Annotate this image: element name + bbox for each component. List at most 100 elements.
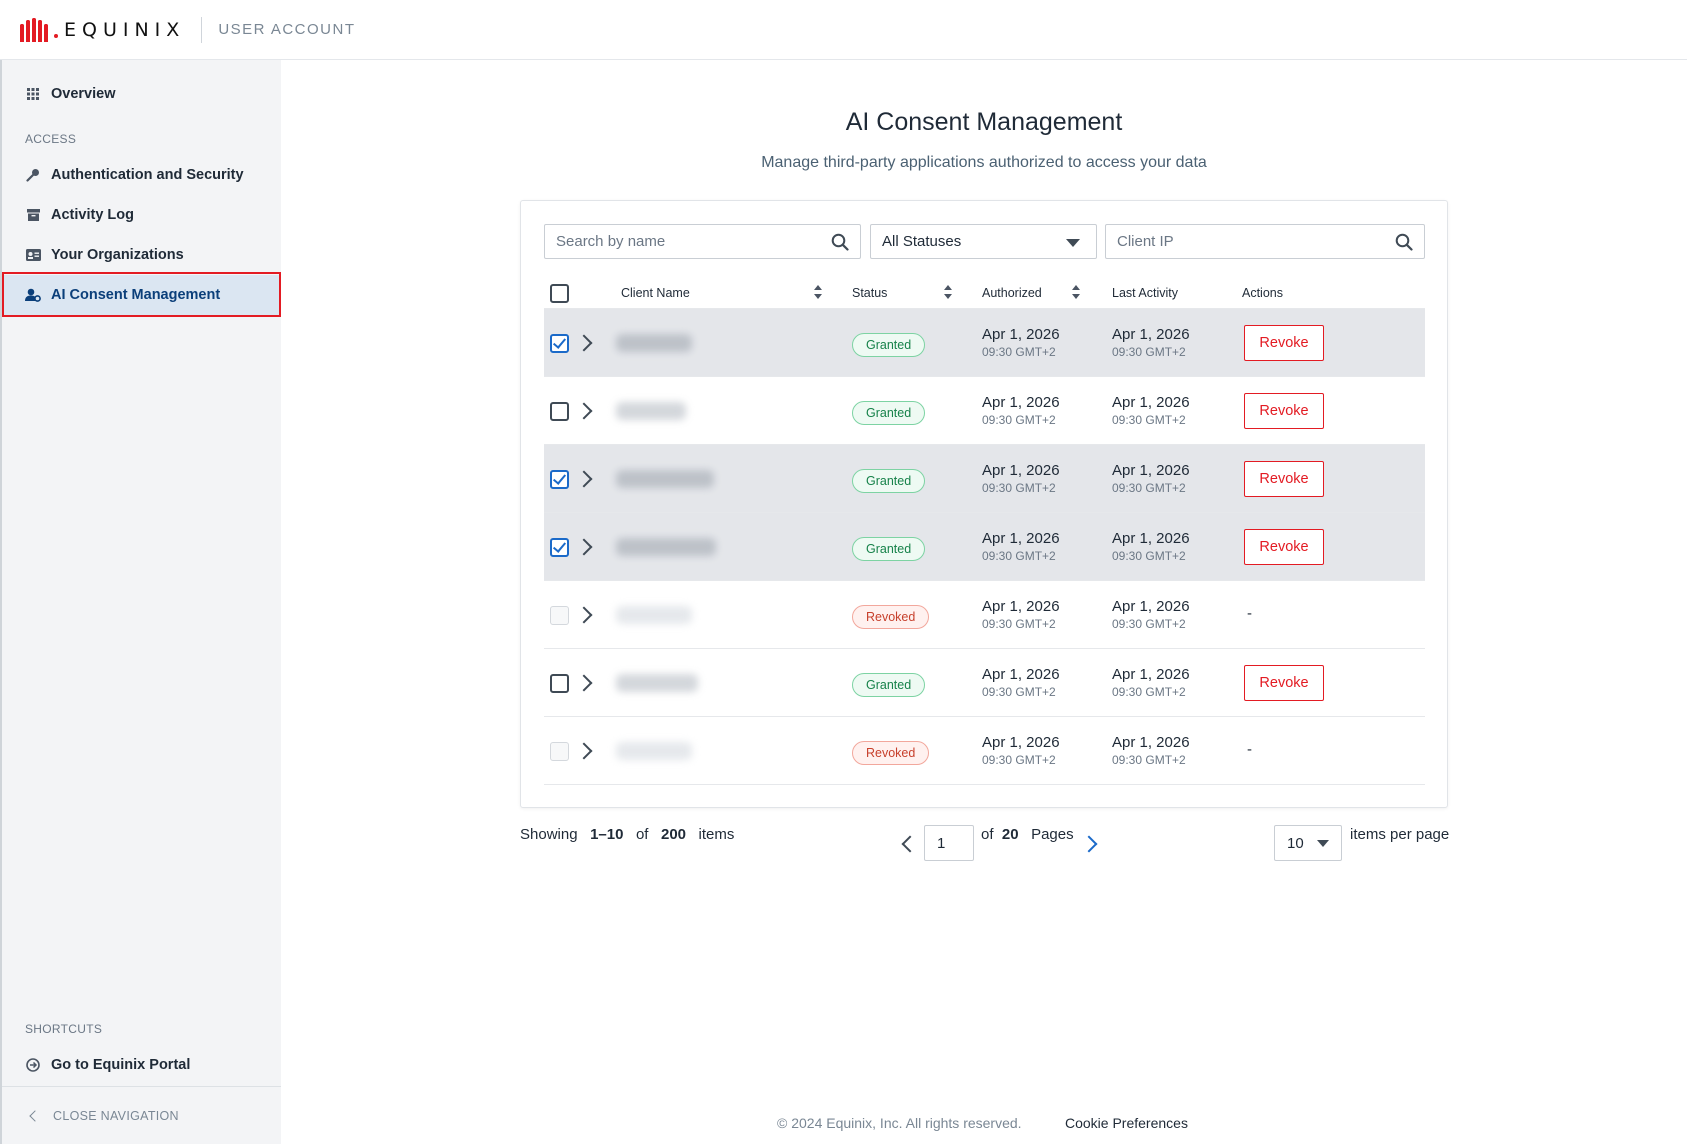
status-badge: Granted <box>852 401 926 425</box>
column-header-actions: Actions <box>1242 286 1283 300</box>
last-activity-cell: Apr 1, 2026 09:30 GMT+2 <box>1112 394 1190 429</box>
search-input[interactable]: Search by name <box>544 224 861 259</box>
expand-row-button[interactable] <box>575 465 602 493</box>
select-all-checkbox[interactable] <box>550 284 569 303</box>
authorized-cell: Apr 1, 2026 09:30 GMT+2 <box>982 530 1060 565</box>
authorized-date: Apr 1, 2026 <box>982 326 1060 343</box>
authorized-time: 09:30 GMT+2 <box>982 481 1056 495</box>
table-row: Revoked Apr 1, 2026 09:30 GMT+2 Apr 1, 20… <box>544 581 1425 649</box>
last-activity-date: Apr 1, 2026 <box>1112 598 1190 615</box>
table-row: Granted Apr 1, 2026 09:30 GMT+2 Apr 1, 20… <box>544 377 1425 445</box>
row-checkbox[interactable] <box>550 538 569 557</box>
sidebar-item-label: Authentication and Security <box>51 167 244 183</box>
sidebar-item-authentication[interactable]: Authentication and Security <box>2 155 281 195</box>
expand-row-button[interactable] <box>575 601 602 629</box>
logo-dot <box>54 33 58 38</box>
status-filter-value: All Statuses <box>882 233 962 250</box>
portal-link-label: Go to Equinix Portal <box>51 1057 191 1073</box>
expand-row-button[interactable] <box>575 329 602 357</box>
revoke-button[interactable]: Revoke <box>1244 529 1324 565</box>
close-navigation-button[interactable]: CLOSE NAVIGATION <box>2 1086 281 1144</box>
sidebar-item-activity-log[interactable]: Activity Log <box>2 195 281 235</box>
last-activity-cell: Apr 1, 2026 09:30 GMT+2 <box>1112 734 1190 769</box>
authorized-time: 09:30 GMT+2 <box>982 345 1056 359</box>
sidebar-item-overview[interactable]: Overview <box>2 74 281 114</box>
of-label: of <box>635 826 649 843</box>
expand-row-button[interactable] <box>575 533 602 561</box>
cookie-preferences-link[interactable]: Cookie Preferences <box>1065 1115 1188 1131</box>
chevron-right-icon <box>575 742 593 760</box>
chevron-right-icon <box>575 402 593 420</box>
sort-icon[interactable] <box>1072 285 1080 299</box>
column-header-authorized[interactable]: Authorized <box>982 286 1042 300</box>
consent-table-card: Search by name All Statuses Client IP Cl… <box>520 200 1448 808</box>
sort-icon[interactable] <box>944 285 952 299</box>
authorized-date: Apr 1, 2026 <box>982 598 1060 615</box>
caret-down-icon <box>1317 840 1329 847</box>
last-activity-date: Apr 1, 2026 <box>1112 530 1190 547</box>
row-checkbox[interactable] <box>550 334 569 353</box>
sidebar-item-organizations[interactable]: Your Organizations <box>2 235 281 275</box>
last-activity-time: 09:30 GMT+2 <box>1112 685 1186 699</box>
sidebar-item-label: Activity Log <box>51 207 134 223</box>
key-icon <box>25 167 41 183</box>
archive-icon <box>25 207 41 223</box>
top-header: EQUINIX USER ACCOUNT <box>0 0 1687 60</box>
sidebar-item-label: AI Consent Management <box>51 287 221 303</box>
footer-copyright: © 2024 Equinix, Inc. All rights reserved… <box>777 1115 1022 1131</box>
items-per-page-dropdown[interactable]: 10 <box>1274 825 1342 861</box>
equinix-logo-mark-icon <box>20 17 48 42</box>
go-to-equinix-portal-link[interactable]: Go to Equinix Portal <box>2 1045 281 1085</box>
column-header-client-name[interactable]: Client Name <box>621 286 690 300</box>
equinix-logo[interactable]: EQUINIX <box>20 17 185 42</box>
table-row: Revoked Apr 1, 2026 09:30 GMT+2 Apr 1, 20… <box>544 717 1425 785</box>
no-action: - <box>1247 741 1252 758</box>
client-ip-input[interactable]: Client IP <box>1105 224 1425 259</box>
user-settings-icon <box>25 287 41 303</box>
authorized-date: Apr 1, 2026 <box>982 530 1060 547</box>
last-activity-time: 09:30 GMT+2 <box>1112 549 1186 563</box>
client-name-redacted <box>616 606 692 624</box>
expand-row-button[interactable] <box>575 737 602 765</box>
last-activity-cell: Apr 1, 2026 09:30 GMT+2 <box>1112 462 1190 497</box>
authorized-cell: Apr 1, 2026 09:30 GMT+2 <box>982 666 1060 701</box>
last-activity-time: 09:30 GMT+2 <box>1112 753 1186 767</box>
status-filter-dropdown[interactable]: All Statuses <box>870 224 1097 259</box>
next-page-icon[interactable] <box>1080 835 1098 853</box>
previous-page-icon[interactable] <box>901 835 919 853</box>
expand-row-button[interactable] <box>575 397 602 425</box>
last-activity-cell: Apr 1, 2026 09:30 GMT+2 <box>1112 326 1190 361</box>
column-header-status[interactable]: Status <box>852 286 887 300</box>
client-name-redacted <box>616 334 692 352</box>
revoke-button[interactable]: Revoke <box>1244 665 1324 701</box>
sidebar-item-ai-consent[interactable]: AI Consent Management <box>2 275 281 315</box>
authorized-date: Apr 1, 2026 <box>982 734 1060 751</box>
expand-row-button[interactable] <box>575 669 602 697</box>
revoke-button[interactable]: Revoke <box>1244 325 1324 361</box>
revoke-button[interactable]: Revoke <box>1244 393 1324 429</box>
row-checkbox[interactable] <box>550 674 569 693</box>
page-number-value: 1 <box>937 834 946 852</box>
row-checkbox-disabled <box>550 606 569 625</box>
page-number-input[interactable]: 1 <box>924 825 974 861</box>
status-badge: Revoked <box>852 741 930 765</box>
row-checkbox[interactable] <box>550 402 569 421</box>
table-row: Granted Apr 1, 2026 09:30 GMT+2 Apr 1, 20… <box>544 649 1425 717</box>
items-total: 200 <box>660 826 687 843</box>
page-count-summary: of 20 Pages <box>981 826 1074 843</box>
last-activity-time: 09:30 GMT+2 <box>1112 617 1186 631</box>
chevron-right-icon <box>575 538 593 556</box>
sidebar-item-label: Overview <box>51 86 116 102</box>
grid-icon <box>25 86 41 102</box>
sort-icon[interactable] <box>814 285 822 299</box>
chevron-right-icon <box>575 334 593 352</box>
caret-down-icon <box>1066 239 1080 247</box>
chevron-right-icon <box>575 606 593 624</box>
revoke-button[interactable]: Revoke <box>1244 461 1324 497</box>
column-header-last-activity: Last Activity <box>1112 286 1178 300</box>
client-name-redacted <box>616 470 714 488</box>
items-label: items <box>698 826 735 843</box>
page-count: 20 <box>1001 826 1019 843</box>
row-checkbox[interactable] <box>550 470 569 489</box>
authorized-time: 09:30 GMT+2 <box>982 549 1056 563</box>
